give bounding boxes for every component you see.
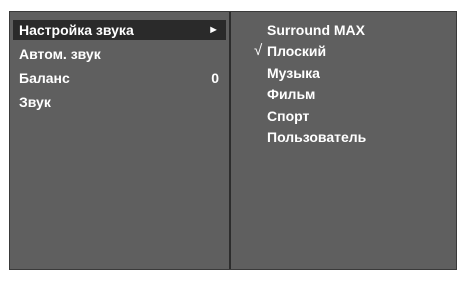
sound-settings-osd: Настройка звука ► Автом. звук Баланс 0 З… <box>9 11 457 270</box>
menu-item-label: Настройка звука <box>19 22 134 38</box>
submenu-arrow-icon: ► <box>208 24 219 36</box>
option-flat[interactable]: √ Плоский <box>254 41 327 61</box>
option-sports[interactable]: Спорт <box>267 106 309 126</box>
option-surround-max[interactable]: Surround MAX <box>267 20 365 40</box>
menu-item-label: Автом. звук <box>19 46 101 62</box>
menu-item-sound[interactable]: Звук <box>13 92 226 112</box>
option-label: Фильм <box>267 86 316 102</box>
menu-item-sound-setup[interactable]: Настройка звука ► <box>13 20 226 40</box>
menu-item-auto-volume[interactable]: Автом. звук <box>13 44 226 64</box>
option-label: Спорт <box>267 108 310 124</box>
option-label: Плоский <box>267 43 327 59</box>
menu-item-label: Баланс <box>19 70 70 86</box>
option-label: Пользователь <box>267 129 367 145</box>
option-music[interactable]: Музыка <box>267 63 320 83</box>
sound-mode-submenu: Surround MAX √ Плоский Музыка Фильм Спор… <box>231 12 456 269</box>
option-user[interactable]: Пользователь <box>267 127 366 147</box>
main-menu: Настройка звука ► Автом. звук Баланс 0 З… <box>10 12 229 269</box>
menu-item-label: Звук <box>19 94 51 110</box>
option-movie[interactable]: Фильм <box>267 84 315 104</box>
checkmark-icon: √ <box>254 42 263 59</box>
option-label: Surround MAX <box>267 22 365 38</box>
menu-item-balance[interactable]: Баланс 0 <box>13 68 226 88</box>
option-label: Музыка <box>267 65 320 81</box>
balance-value: 0 <box>211 70 219 86</box>
